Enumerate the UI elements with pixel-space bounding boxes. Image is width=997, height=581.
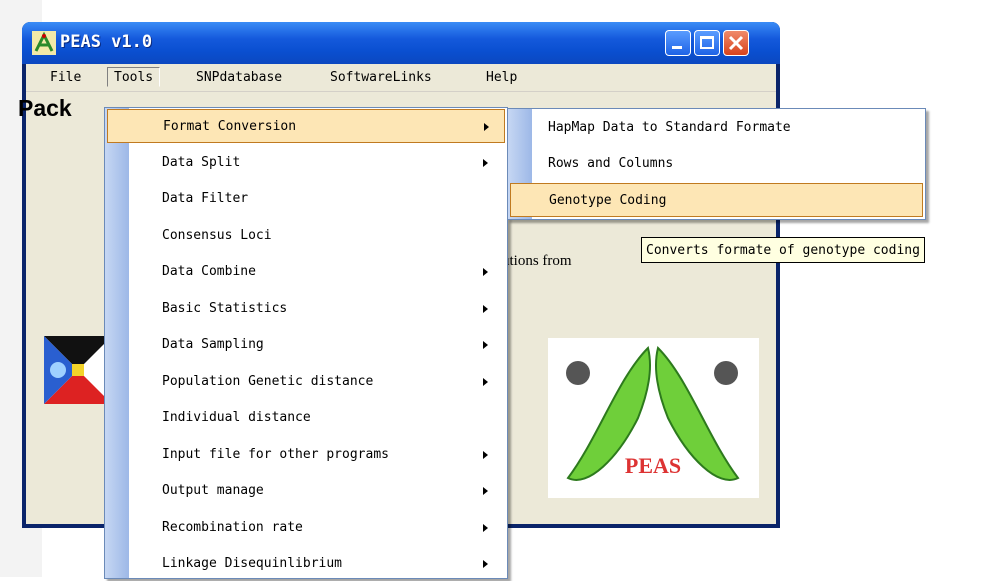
package-heading: Pack [18,95,72,121]
menu-item-label: Output manage [162,483,264,498]
submenu-arrow-icon [483,158,488,167]
svg-text:PEAS: PEAS [625,453,681,478]
menu-item-label: Recombination rate [162,519,303,535]
menu-softwarelinks[interactable]: SoftwareLinks [324,68,438,88]
description-text: utions from [502,253,572,269]
submenu-item-label: HapMap Data to Standard Formate [548,120,791,135]
menu-bar: File Tools SNPdatabase SoftwareLinks Hel… [26,64,776,92]
submenu-arrow-icon [483,560,488,568]
menu-item-label: Linkage Disequinlibrium [162,556,343,571]
menu-item-label: Data Combine [162,264,256,279]
tools-menu-item[interactable]: Consensus Loci [107,219,505,253]
menu-item-label: Consensus Loci [162,227,272,243]
format-conversion-submenu: HapMap Data to Standard Formate Rows and … [507,108,926,220]
tools-menu-item[interactable]: Data Sampling [107,328,505,362]
title-bar[interactable]: PEAS v1.0 [22,22,780,64]
submenu-arrow-icon [483,341,488,349]
maximize-icon [700,36,714,49]
submenu-arrow-icon [483,487,488,495]
window-title: PEAS v1.0 [60,32,153,52]
menu-item-label: Format Conversion [163,119,297,134]
menu-item-label: Population Genetic distance [162,373,374,389]
tools-menu-item[interactable]: Data Filter [107,182,505,216]
tools-menu-item[interactable]: Data Combine [107,255,505,289]
menu-item-label: Data Split [162,154,241,170]
tools-menu-item[interactable]: Individual distance [107,401,505,435]
submenu-arrow-icon [483,523,488,532]
minimize-button[interactable] [665,30,691,56]
menu-help[interactable]: Help [480,68,523,88]
submenu-arrow-icon [483,268,488,276]
tools-menu-item[interactable]: Population Genetic distance [107,365,505,399]
institution-logo [44,336,112,404]
menu-item-label: Data Filter [162,191,249,206]
tools-menu-item[interactable]: Linkage Disequinlibrium [107,547,505,581]
close-icon [728,35,744,51]
menu-tools[interactable]: Tools [107,67,161,87]
tools-menu-item[interactable]: Output manage [107,474,505,508]
close-button[interactable] [723,30,749,56]
peas-logo: PEAS [548,338,759,498]
menu-item-label: Basic Statistics [162,300,288,316]
submenu-arrow-icon [483,304,488,313]
submenu-item-label: Genotype Coding [549,193,667,208]
app-icon [32,31,56,55]
tools-menu-item[interactable]: Data Split [107,146,505,180]
tools-menu-item[interactable]: Format Conversion [107,109,505,143]
maximize-button[interactable] [694,30,720,56]
tools-menu-item[interactable]: Basic Statistics [107,292,505,326]
menu-item-label: Input file for other programs [162,446,389,462]
tooltip: Converts formate of genotype coding [641,237,925,263]
format-submenu-item[interactable]: Rows and Columns [510,147,923,181]
submenu-arrow-icon [484,123,489,131]
tools-dropdown-menu: Format Conversion Data Split Data Filter Co… [104,107,508,579]
menu-file[interactable]: File [44,68,87,88]
tools-menu-item[interactable]: Input file for other programs [107,438,505,472]
menu-item-label: Individual distance [162,410,311,425]
submenu-item-label: Rows and Columns [548,156,674,171]
minimize-icon [672,46,682,49]
submenu-arrow-icon [483,450,488,459]
tools-menu-item[interactable]: Recombination rate [107,511,505,545]
format-submenu-item[interactable]: Genotype Coding [510,183,923,217]
format-submenu-item[interactable]: HapMap Data to Standard Formate [510,111,923,145]
submenu-arrow-icon [483,377,488,386]
menu-snpdatabase[interactable]: SNPdatabase [190,68,288,88]
menu-item-label: Data Sampling [162,337,264,352]
